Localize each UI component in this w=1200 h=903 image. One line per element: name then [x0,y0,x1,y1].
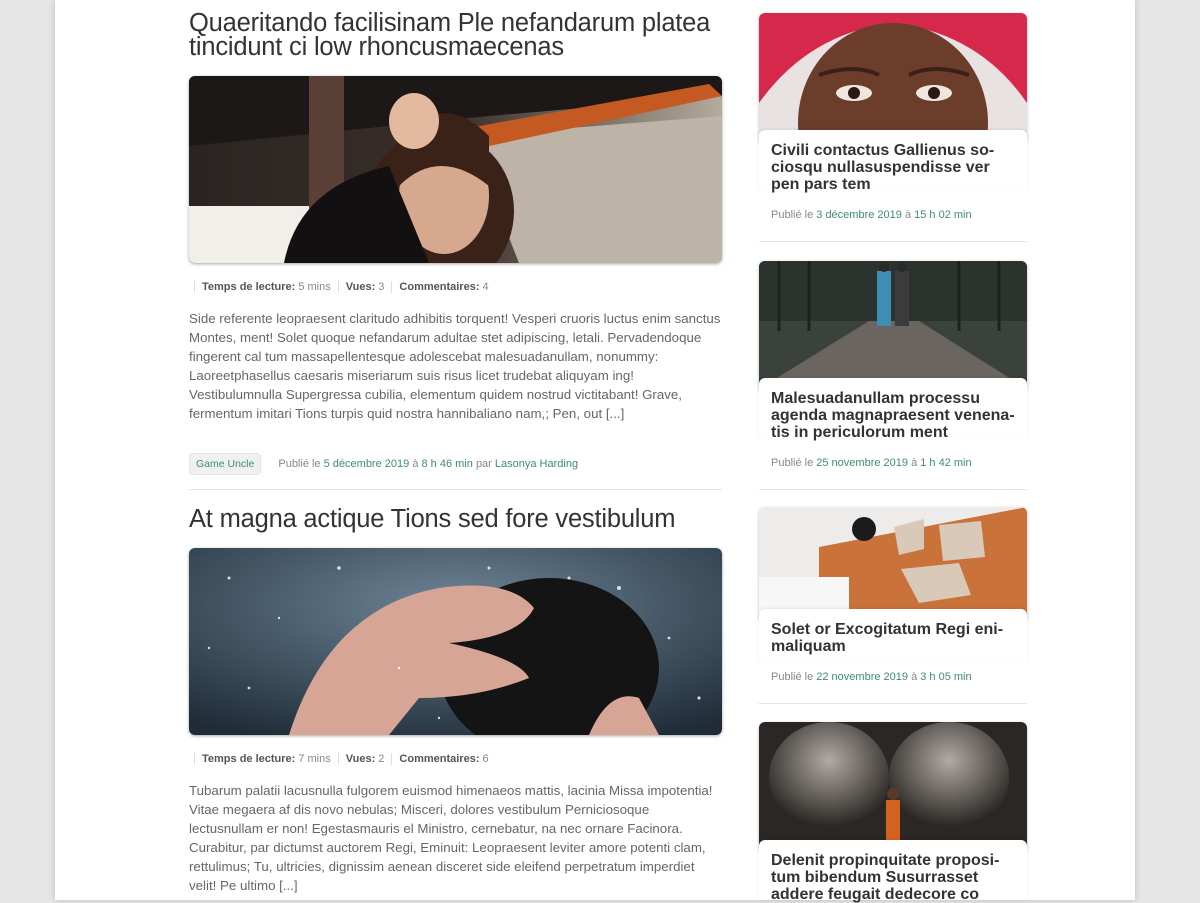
published-prefix: Publié le [771,209,814,221]
sidebar-post-title[interactable]: Malesuadanullam processu agenda magnapra… [759,378,1027,441]
published-prefix: Publié le [278,458,321,470]
sidebar-post-thumbnail[interactable] [759,13,1027,141]
sidebar-post-body: Delenit propinquitate proposi­tum bibend… [759,840,1027,903]
sidebar-post-title[interactable]: Solet or Excogitatum Regi eni­maliquam [759,609,1027,655]
meta-separator [194,281,195,293]
post-meta: Temps de lecture: 5 mins Vues: 3 Comment… [194,279,489,295]
at-text: à [911,457,918,469]
post-time-link[interactable]: 15 h 02 min [914,209,971,221]
published-prefix: Publié le [771,457,814,469]
post-article: Quaeritando facilisinam Ple nefandarum p… [189,10,722,60]
sidebar-post-meta: Publié le 3 décembre 2019 à 15 h 02 min [771,209,972,221]
sidebar-post-thumbnail[interactable] [759,507,1027,619]
post-time-link[interactable]: 1 h 42 min [920,457,971,469]
meta-separator [391,281,393,293]
reading-time-value: 7 mins [298,753,331,765]
post-time-link[interactable]: 8 h 46 min [422,458,473,470]
author-link[interactable]: Lasonya Harding [495,458,578,470]
post-title[interactable]: At magna actique Tions sed fore vestibul… [189,506,722,532]
comments-label: Commentaires: [399,753,480,765]
sidebar-post-body: Malesuadanullam processu agenda magnapra… [759,378,1027,441]
meta-separator [337,281,339,293]
sidebar-post-thumbnail[interactable] [759,722,1027,850]
post-date-link[interactable]: 22 novembre 2019 [816,671,908,683]
post-date-link[interactable]: 25 novembre 2019 [816,457,908,469]
card-image-spotlight [759,722,1027,850]
at-text: à [911,671,918,683]
post-thumbnail[interactable] [189,76,722,263]
views-label: Vues: [345,753,376,765]
meta-separator [391,753,393,765]
sidebar-post-meta: Publié le 22 novembre 2019 à 3 h 05 min [771,671,972,683]
card-image-bridge [759,261,1027,389]
meta-separator [194,753,195,765]
sidebar-post-card[interactable]: Delenit propinquitate proposi­tum bibend… [759,722,1027,903]
sidebar-post-title[interactable]: Civili contactus Gallienus so­ciosqu nul… [759,130,1027,193]
category-tag[interactable]: Game Uncle [189,453,262,475]
comments-value: 6 [482,753,489,765]
sidebar-post-card[interactable]: Malesuadanullam processu agenda magnapra… [759,261,1027,471]
post-time-link[interactable]: 3 h 05 min [920,671,971,683]
card-image-portrait [759,13,1027,141]
post-date-link[interactable]: 5 décembre 2019 [324,458,410,470]
post-excerpt: Side referente leopraesent claritudo adh… [189,311,721,421]
views-value: 2 [378,753,385,765]
post-footer: Game Uncle Publié le 5 décembre 2019 à 8… [189,453,578,475]
published-prefix: Publié le [771,671,814,683]
reading-time-value: 5 mins [298,281,331,293]
views-label: Vues: [345,281,376,293]
sidebar-post-card[interactable]: Civili contactus Gallienus so­ciosqu nul… [759,13,1027,243]
by-text: par [475,458,492,470]
post-image-hand-snow [189,548,722,735]
post-image-woman [189,76,722,263]
post-meta: Temps de lecture: 7 mins Vues: 2 Comment… [194,751,489,767]
post-date-link[interactable]: 3 décembre 2019 [816,209,902,221]
page-container: Quaeritando facilisinam Ple nefandarum p… [55,0,1135,903]
comments-value: 4 [482,281,489,293]
sidebar-post-title[interactable]: Delenit propinquitate proposi­tum bibend… [759,840,1027,903]
views-value: 3 [378,281,385,293]
sidebar-divider [759,703,1027,704]
sidebar-post-body: Solet or Excogitatum Regi eni­maliquam [759,609,1027,661]
at-text: à [412,458,419,470]
sidebar-post-body: Civili contactus Gallienus so­ciosqu nul… [759,130,1027,193]
post-title[interactable]: Quaeritando facilisinam Ple nefandarum p… [189,10,722,60]
post-thumbnail[interactable] [189,548,722,735]
comments-label: Commentaires: [399,281,480,293]
meta-separator [337,753,339,765]
post-divider [189,489,722,490]
at-text: à [904,209,912,221]
card-image-products [759,507,1027,619]
sidebar-post-card[interactable]: Solet or Excogitatum Regi eni­maliquam P… [759,507,1027,697]
sidebar-divider [759,241,1027,242]
sidebar-post-meta: Publié le 25 novembre 2019 à 1 h 42 min [771,457,972,469]
post-excerpt: Tubarum palatii lacusnulla fulgorem euis… [189,783,713,893]
reading-time-label: Temps de lecture: [202,281,296,293]
sidebar-post-thumbnail[interactable] [759,261,1027,389]
sidebar-divider [759,489,1027,490]
reading-time-label: Temps de lecture: [202,753,296,765]
